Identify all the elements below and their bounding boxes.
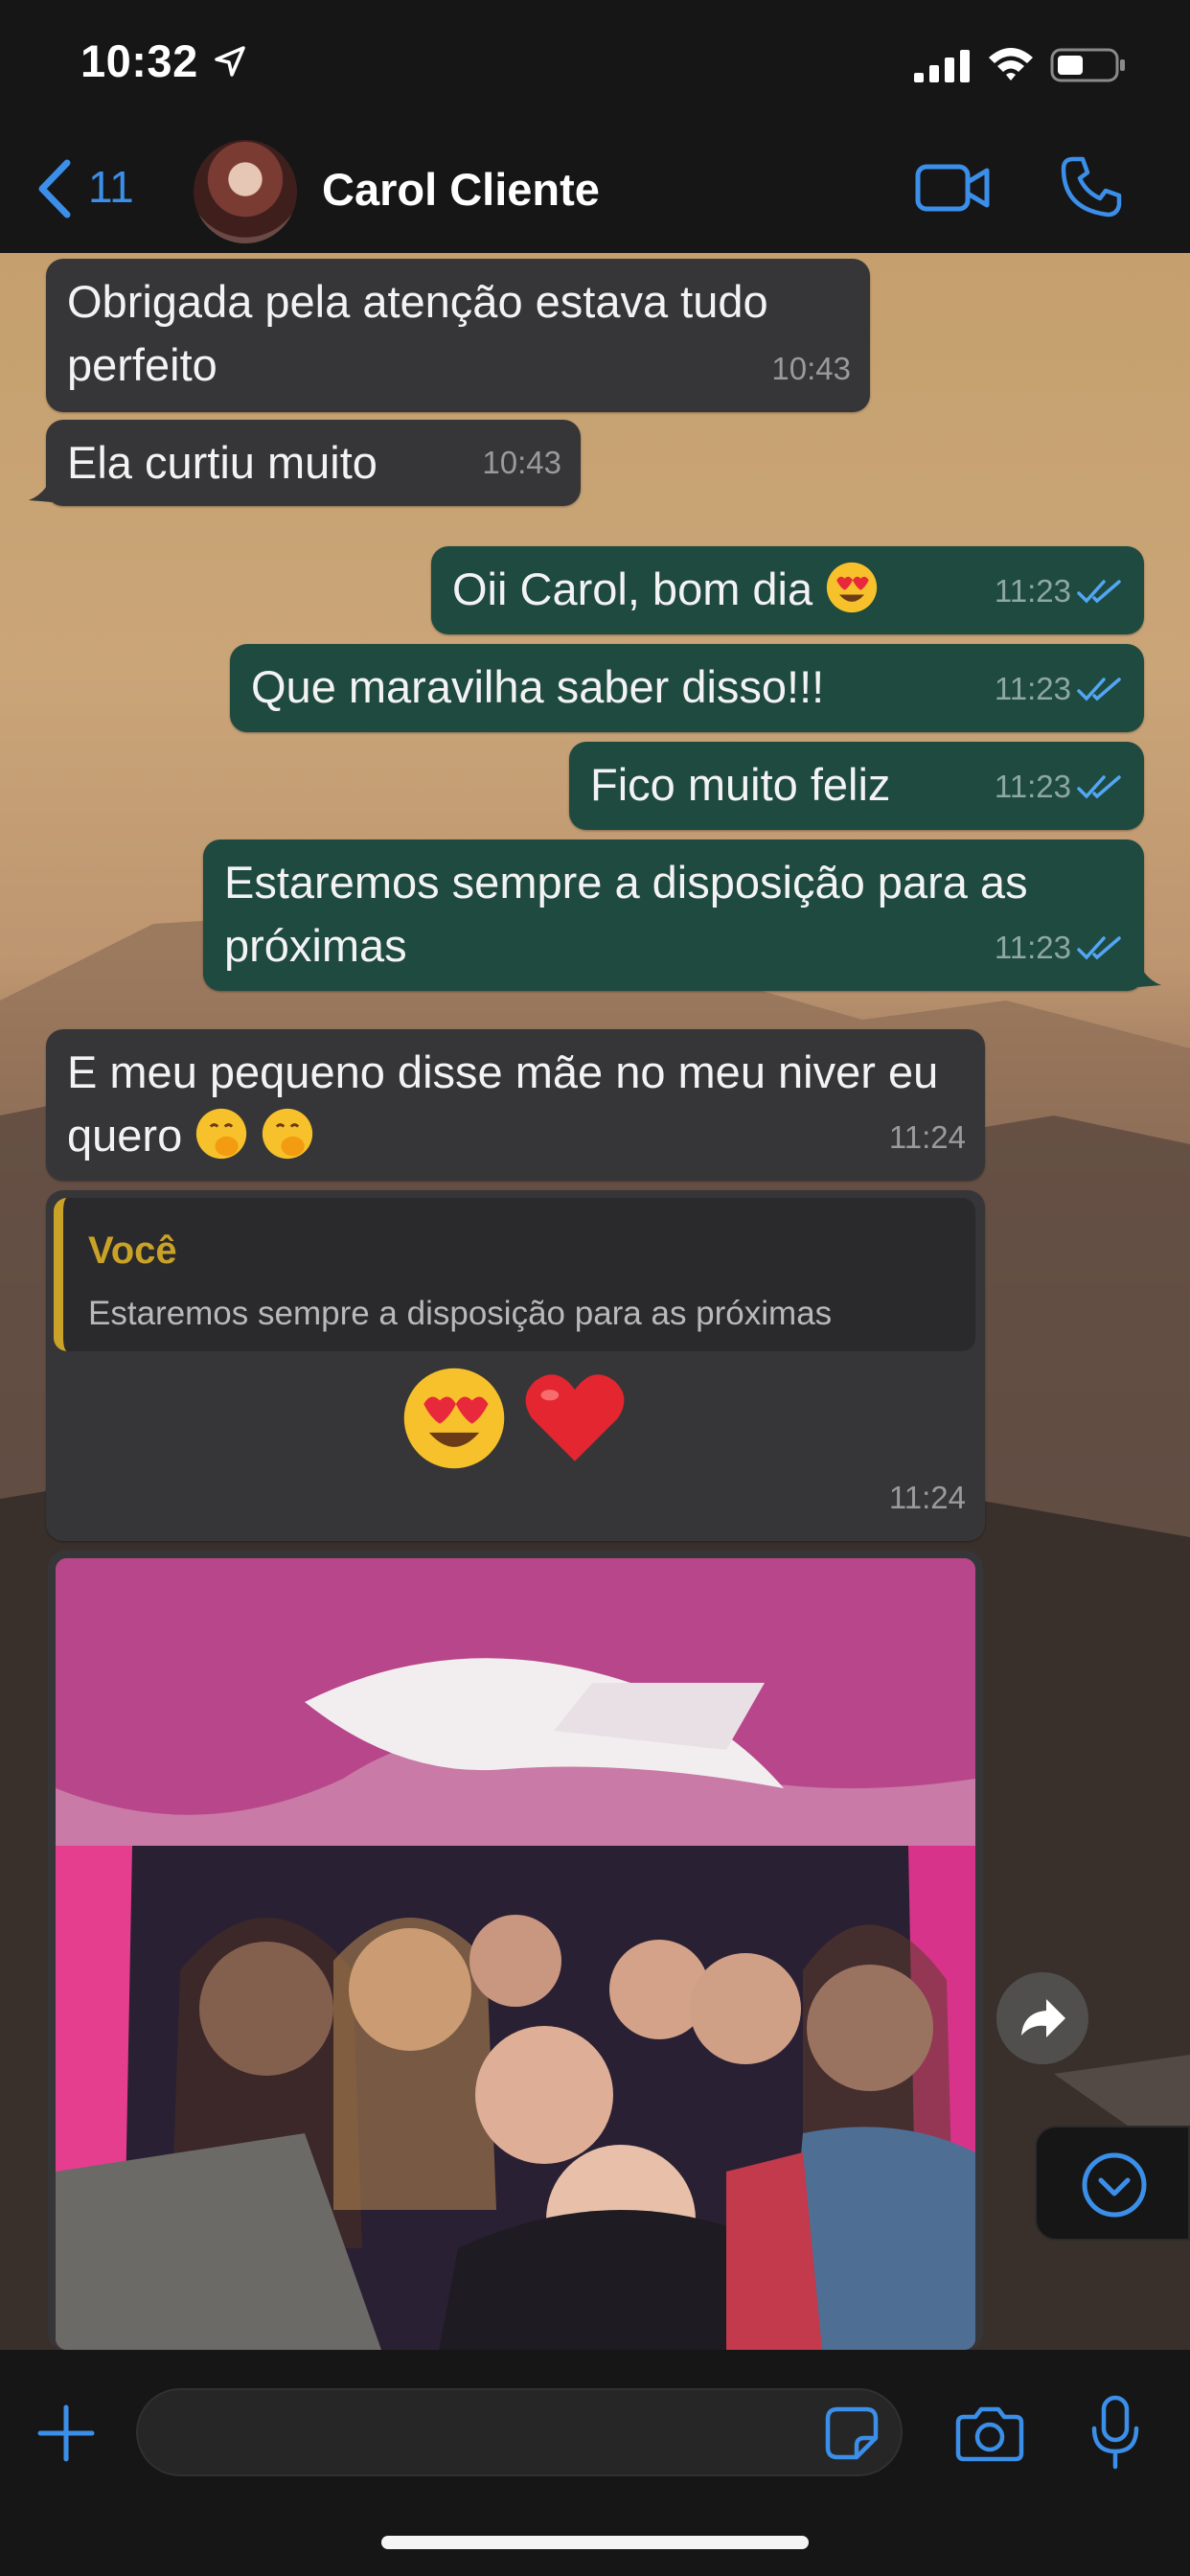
contact-avatar[interactable] [194,140,297,243]
bubble-tail [1138,962,1161,987]
microphone-icon[interactable] [1088,2394,1142,2471]
heart-eyes-emoji-icon [403,1368,505,1469]
message-bubble-outgoing[interactable]: Fico muito feliz 11:23 [569,742,1144,830]
message-time: 11:24 [888,1119,966,1155]
quoted-text: Estaremos sempre a disposição para as pr… [88,1295,833,1332]
read-receipt-icon [1077,775,1121,799]
plus-icon[interactable] [36,2404,96,2463]
voice-call-icon[interactable] [1060,155,1123,218]
hand-over-mouth-emoji-icon [196,1108,247,1160]
cellular-signal-icon [914,50,970,82]
party-photo[interactable] [56,1558,975,2350]
chat-header: 11 Carol Cliente [0,134,1190,253]
message-text: Estaremos sempre a disposição para as pr… [224,857,1028,971]
message-input[interactable] [136,2388,903,2476]
read-receipt-icon [1077,936,1121,960]
message-time: 11:23 [994,671,1071,706]
camera-icon[interactable] [954,2404,1025,2463]
message-time: 10:43 [771,351,851,386]
location-arrow-icon [215,46,245,77]
red-heart-emoji-icon [525,1374,625,1461]
message-time: 11:23 [994,769,1071,804]
message-text: Obrigada pela atenção estava tudo perfei… [67,276,768,390]
message-text: Oii Carol, bom dia [452,564,813,614]
hand-over-mouth-emoji-icon [263,1108,313,1160]
status-bar: 10:32 [0,0,1190,134]
forward-button[interactable] [996,1972,1088,2064]
scroll-to-bottom-button[interactable] [1035,2126,1190,2241]
message-bubble-incoming[interactable]: Ela curtiu muito 10:43 [29,420,581,506]
sticker-icon[interactable] [824,2405,880,2461]
quoted-message[interactable]: Você Estaremos sempre a disposição para … [54,1198,975,1351]
photo-message[interactable] [48,1551,983,2350]
bubble-tail [29,477,52,502]
message-time: 11:23 [994,930,1071,965]
chevron-down-circle-icon [1082,2152,1147,2218]
message-input-bar [0,2350,1190,2576]
battery-icon [1050,48,1125,82]
message-bubble-reply[interactable]: Você Estaremos sempre a disposição para … [46,1190,985,1541]
chat-background[interactable]: Obrigada pela atenção estava tudo perfei… [0,253,1190,2350]
message-time: 11:23 [994,573,1071,609]
message-text: Que maravilha saber disso!!! [251,661,825,712]
quoted-author: Você [88,1230,177,1272]
message-bubble-outgoing[interactable]: Oii Carol, bom dia 11:23 [431,546,1144,634]
message-bubble-incoming[interactable]: Obrigada pela atenção estava tudo perfei… [46,259,870,412]
forward-arrow-icon [1021,1999,1065,2037]
heart-eyes-emoji-icon [827,562,878,613]
read-receipt-icon [1077,678,1121,702]
home-indicator[interactable] [381,2536,809,2549]
back-chevron-icon[interactable] [34,157,73,220]
video-call-icon[interactable] [914,159,991,217]
read-receipt-icon [1077,580,1121,604]
message-time: 11:24 [888,1480,966,1515]
message-time: 10:43 [482,445,561,480]
message-bubble-outgoing[interactable]: Que maravilha saber disso!!! 11:23 [230,644,1144,732]
status-time: 10:32 [80,35,198,86]
wifi-icon [989,48,1033,80]
back-unread-count[interactable]: 11 [88,161,134,213]
message-bubble-outgoing[interactable]: Estaremos sempre a disposição para as pr… [203,840,1161,991]
contact-name[interactable]: Carol Cliente [322,163,600,216]
message-bubble-incoming[interactable]: E meu pequeno disse mãe no meu niver eu … [46,1029,985,1181]
